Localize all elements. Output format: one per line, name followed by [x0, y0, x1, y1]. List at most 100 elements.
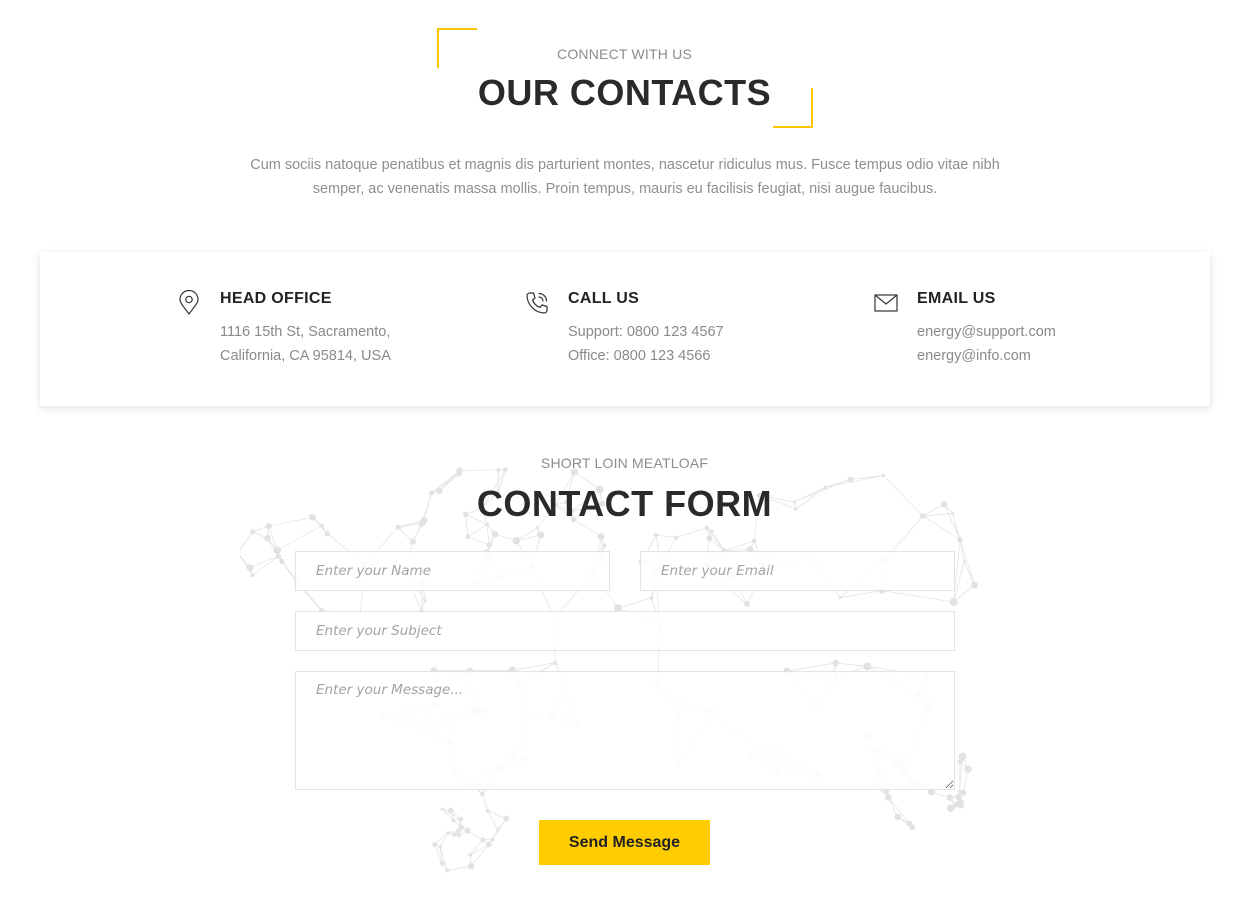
- network-node: [496, 828, 500, 832]
- network-node: [480, 837, 486, 843]
- network-node: [485, 808, 491, 814]
- network-node: [946, 794, 954, 801]
- network-node: [847, 476, 854, 483]
- head-office-block: HEAD OFFICE 1116 15th St, Sacramento, Ca…: [176, 288, 496, 378]
- envelope-icon: [873, 290, 899, 316]
- network-node: [250, 573, 255, 578]
- network-node: [438, 845, 442, 849]
- network-node: [958, 752, 967, 761]
- info-email[interactable]: energy@info.com: [917, 348, 1031, 364]
- contacts-title: OUR CONTACTS: [477, 72, 772, 113]
- network-node: [468, 852, 473, 857]
- network-node: [537, 531, 545, 539]
- network-node: [264, 534, 271, 542]
- network-node: [751, 538, 757, 544]
- name-input[interactable]: [295, 551, 610, 591]
- network-node: [395, 524, 401, 530]
- message-textarea[interactable]: [295, 671, 955, 790]
- network-node: [535, 526, 539, 530]
- network-node: [649, 595, 654, 600]
- head-office-address-line-1: 1116 15th St, Sacramento,: [220, 324, 391, 340]
- network-node: [468, 862, 475, 870]
- network-node: [452, 832, 457, 837]
- network-node: [409, 538, 416, 545]
- network-node: [240, 551, 241, 555]
- network-node: [964, 765, 972, 773]
- network-node: [465, 534, 471, 540]
- email-us-title: EMAIL US: [917, 290, 996, 307]
- call-us-block: CALL US Support: 0800 123 4567 Office: 0…: [524, 288, 844, 378]
- network-node: [432, 841, 438, 847]
- network-node: [503, 815, 510, 822]
- network-node: [451, 818, 456, 823]
- contacts-eyebrow: CONNECT WITH US: [557, 46, 692, 62]
- network-node: [423, 598, 427, 603]
- network-node: [884, 793, 892, 801]
- contact-info-card: HEAD OFFICE 1116 15th St, Sacramento, Ca…: [40, 252, 1210, 406]
- network-node: [957, 537, 963, 543]
- phone-icon: [524, 290, 550, 316]
- network-node: [962, 559, 966, 563]
- network-node: [458, 824, 464, 830]
- network-node: [445, 868, 450, 873]
- network-node: [448, 807, 454, 813]
- network-node: [279, 558, 285, 564]
- network-node: [480, 791, 485, 797]
- map-pin-icon: [176, 289, 202, 316]
- network-node: [971, 581, 978, 589]
- network-node: [464, 827, 471, 834]
- network-node: [246, 563, 254, 571]
- email-input[interactable]: [640, 551, 955, 591]
- network-node: [602, 543, 607, 548]
- form-eyebrow: SHORT LOIN MEATLOAF: [540, 455, 709, 471]
- network-node: [250, 529, 256, 535]
- network-node: [553, 660, 558, 665]
- network-node: [957, 759, 963, 765]
- network-node: [273, 546, 281, 554]
- network-node: [709, 529, 714, 534]
- network-node: [486, 841, 492, 848]
- support-phone[interactable]: Support: 0800 123 4567: [568, 324, 724, 340]
- network-node: [957, 802, 965, 809]
- send-message-button[interactable]: Send Message: [539, 820, 710, 865]
- network-node: [456, 833, 462, 838]
- network-node: [894, 813, 902, 821]
- subject-input[interactable]: [295, 611, 955, 651]
- network-node: [512, 536, 521, 545]
- network-node: [957, 790, 962, 794]
- network-node: [275, 553, 281, 559]
- network-node: [446, 831, 450, 835]
- network-node: [324, 531, 330, 537]
- call-us-title: CALL US: [568, 290, 640, 307]
- network-node: [704, 525, 709, 530]
- email-us-block: EMAIL US energy@support.com energy@info.…: [873, 288, 1193, 378]
- network-node: [486, 542, 493, 549]
- network-node: [832, 659, 840, 667]
- head-office-title: HEAD OFFICE: [220, 290, 332, 307]
- network-node: [673, 535, 678, 540]
- network-node: [949, 598, 958, 607]
- network-node: [906, 820, 913, 827]
- support-email[interactable]: energy@support.com: [917, 324, 1056, 340]
- network-node: [881, 473, 886, 478]
- network-node: [597, 533, 605, 540]
- network-node: [947, 804, 955, 812]
- network-node: [838, 596, 842, 600]
- network-node: [455, 828, 460, 833]
- network-node: [863, 662, 872, 671]
- network-node: [706, 535, 713, 542]
- network-node: [440, 807, 444, 811]
- form-title: CONTACT FORM: [476, 483, 773, 524]
- contacts-heading: CONNECT WITH US OUR CONTACTS: [0, 0, 1249, 140]
- network-node: [653, 532, 658, 538]
- head-office-address-line-2: California, CA 95814, USA: [220, 348, 391, 364]
- network-node: [439, 860, 445, 866]
- network-node: [960, 789, 967, 796]
- contacts-intro: Cum sociis natoque penatibus et magnis d…: [250, 157, 1000, 197]
- network-node: [490, 837, 495, 842]
- network-node: [491, 530, 499, 538]
- network-node: [953, 802, 959, 808]
- network-node: [458, 816, 464, 822]
- office-phone[interactable]: Office: 0800 123 4566: [568, 348, 710, 364]
- network-node: [744, 601, 750, 608]
